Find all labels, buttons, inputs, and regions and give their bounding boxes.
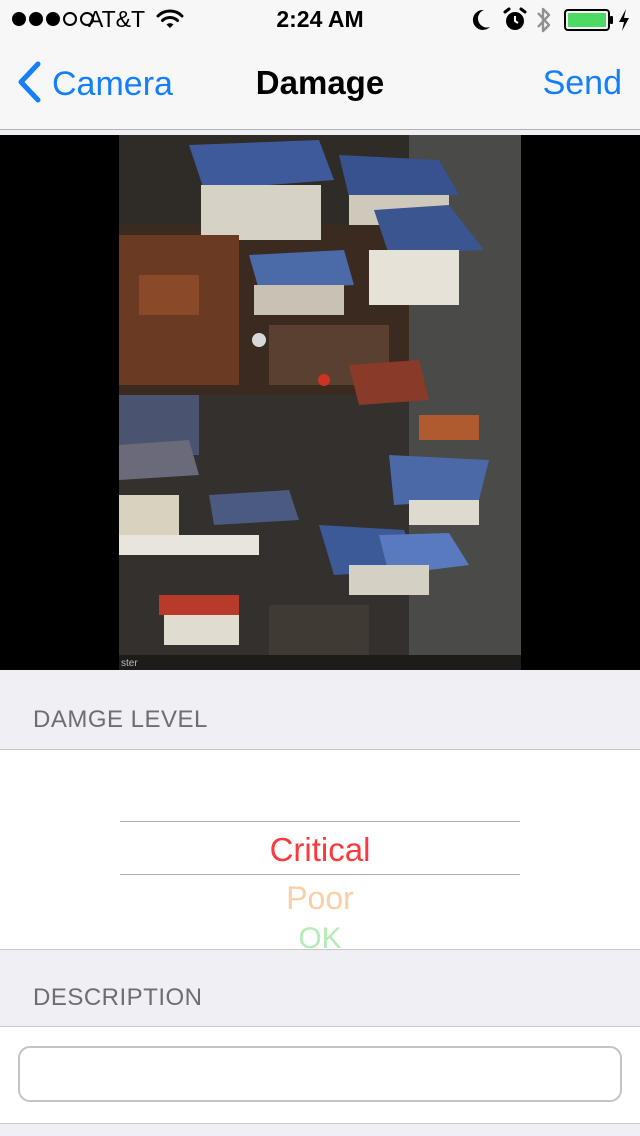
description-input[interactable] <box>18 1046 622 1102</box>
damage-photo[interactable]: ster <box>119 135 521 670</box>
picker-option-poor[interactable]: Poor <box>0 880 640 917</box>
description-header: DESCRIPTION <box>33 984 203 1011</box>
description-cell <box>0 1026 640 1124</box>
photo-caption: ster <box>121 658 138 669</box>
photo-preview: ster <box>0 135 640 670</box>
damage-level-header: DAMGE LEVEL <box>33 706 208 733</box>
battery-icon <box>564 9 614 36</box>
nav-bar: Camera Damage Send <box>0 40 640 129</box>
picker-selection-top-line <box>120 821 520 822</box>
send-button[interactable]: Send <box>543 64 622 103</box>
damage-level-picker[interactable]: Critical Poor OK <box>0 749 640 950</box>
picker-selection-bottom-line <box>120 874 520 875</box>
moon-icon <box>470 8 492 37</box>
alarm-icon <box>503 7 527 38</box>
picker-option-ok[interactable]: OK <box>0 922 640 949</box>
bluetooth-icon <box>535 5 553 40</box>
navigation-header: AT&T 2:24 AM Camera Damage Send <box>0 0 640 130</box>
charging-bolt-icon <box>617 8 631 37</box>
status-bar: AT&T 2:24 AM <box>0 0 640 40</box>
picker-option-critical[interactable]: Critical <box>0 831 640 869</box>
